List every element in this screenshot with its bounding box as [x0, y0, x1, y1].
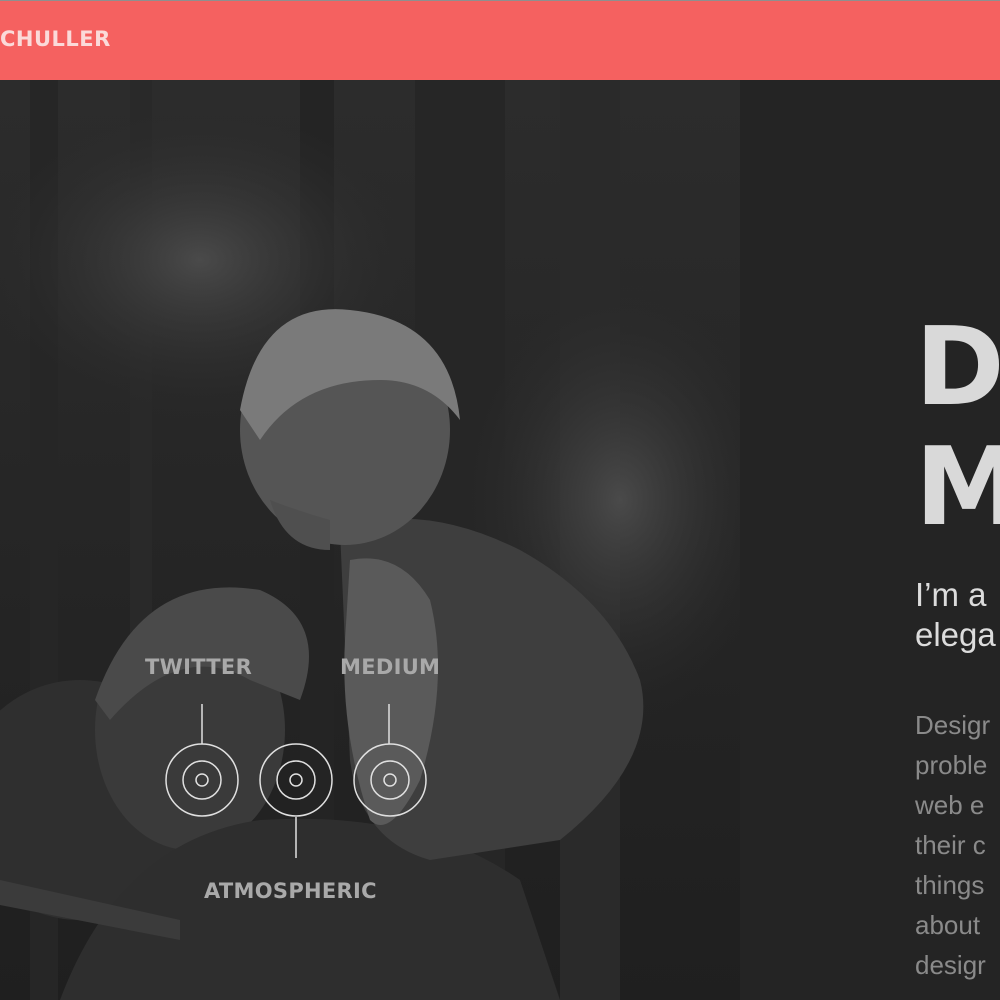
social-icons — [165, 743, 427, 817]
body-line-2: proble — [915, 750, 988, 780]
site-brand[interactable]: CHULLER — [0, 27, 111, 51]
twitter-link[interactable]: TWITTER — [145, 655, 252, 679]
body-line-5: things — [915, 870, 985, 900]
medium-node-icon[interactable] — [353, 743, 427, 817]
body-line-7: desigr — [915, 950, 986, 980]
body-line-6: about — [915, 910, 981, 940]
body-line-4: their c — [915, 830, 986, 860]
body-text: Desigr proble web e their c things about… — [915, 705, 990, 985]
top-bar: CHULLER — [0, 0, 1000, 80]
intro-text: I’m a elega — [915, 575, 996, 655]
atmospheric-link[interactable]: ATMOSPHERIC — [204, 879, 377, 903]
hero-photo: TWITTER MEDIUM ATMOSPHERIC — [0, 80, 740, 1000]
atmospheric-node-icon[interactable] — [259, 743, 333, 817]
body-line-3: web e — [915, 790, 985, 820]
page-headline: D M — [915, 308, 1000, 548]
body-line-1: Desigr — [915, 710, 991, 740]
headline-line-1: D — [915, 305, 1000, 430]
medium-link[interactable]: MEDIUM — [340, 655, 440, 679]
intro-line-1: I’m a — [915, 576, 987, 613]
intro-line-2: elega — [915, 616, 996, 653]
intro-panel: D M I’m a elega Desigr proble web e thei… — [740, 80, 1000, 1000]
twitter-node-icon[interactable] — [165, 743, 239, 817]
headline-line-2: M — [915, 425, 1000, 550]
